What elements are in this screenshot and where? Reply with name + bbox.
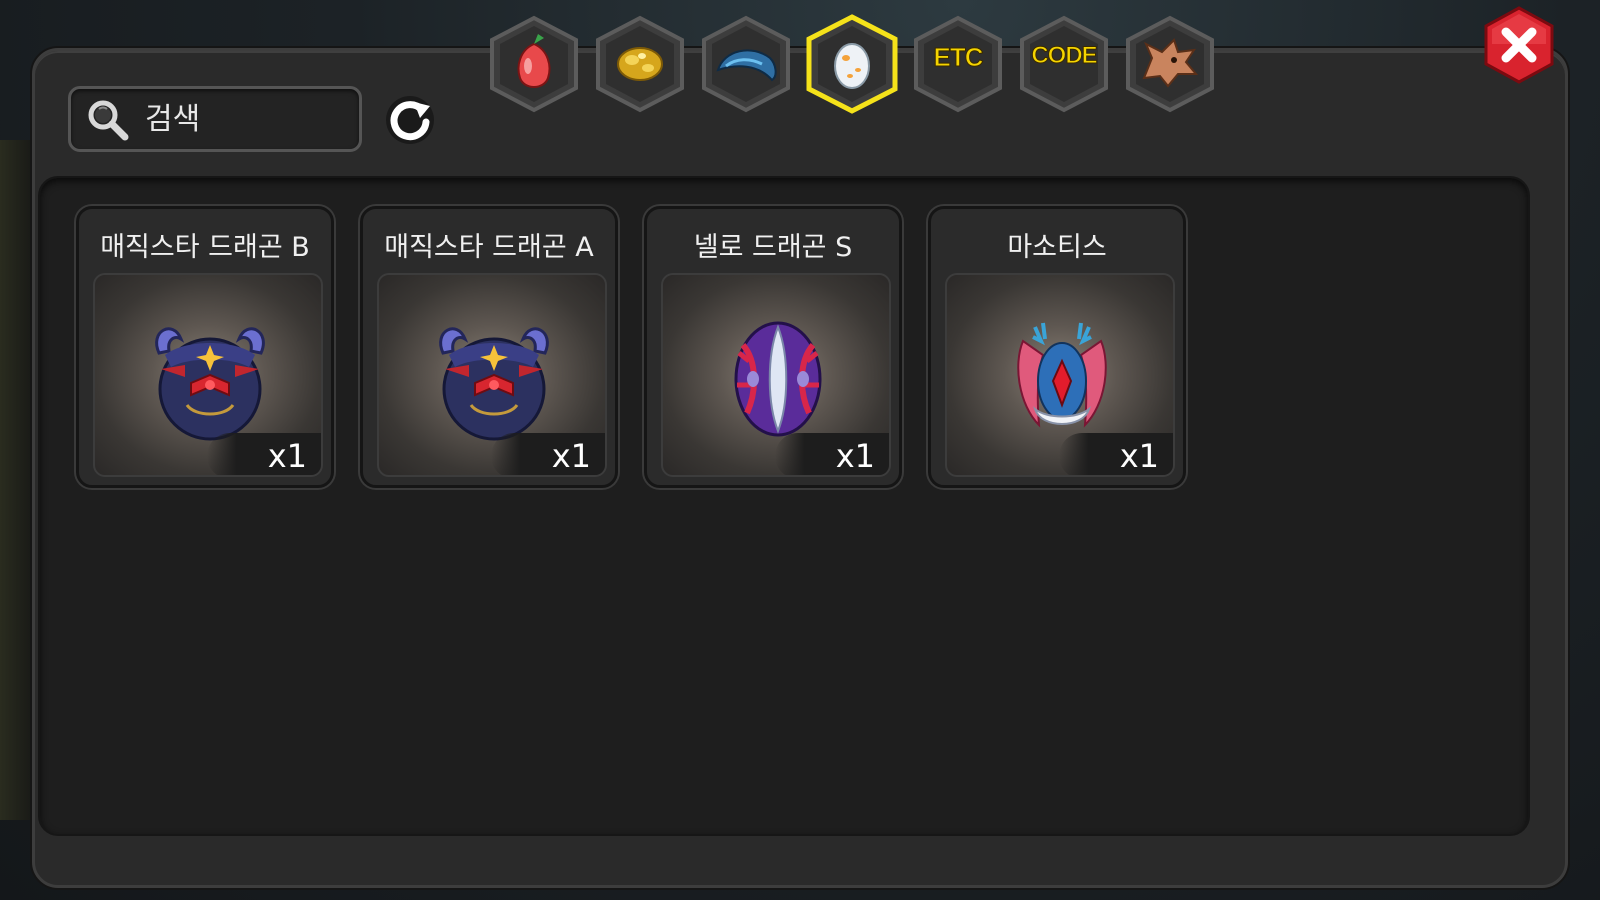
item-count: x1 [835, 437, 875, 475]
item-title: 매직스타 드래곤 A [384, 232, 594, 263]
item-card[interactable]: 넬로 드래곤 S x1 [644, 206, 902, 488]
nello-dragon-egg-icon [734, 321, 822, 437]
item-count: x1 [267, 437, 307, 475]
item-image-frame: x1 [93, 273, 323, 477]
item-card[interactable]: 매직스타 드래곤 A x1 [360, 206, 618, 488]
item-count: x1 [1119, 437, 1159, 475]
magicstar-dragon-egg-icon [439, 327, 549, 441]
search-input[interactable] [145, 97, 345, 141]
count-badge: x1 [775, 433, 889, 475]
item-count: x1 [551, 437, 591, 475]
item-image-frame: x1 [945, 273, 1175, 477]
background-edge [0, 140, 32, 820]
tab-egg[interactable] [804, 14, 900, 114]
code-icon: CODE [1031, 42, 1098, 70]
item-card[interactable]: 매직스타 드래곤 B x1 [76, 206, 334, 488]
egg-icon [834, 43, 870, 89]
tab-scale[interactable] [698, 14, 794, 114]
tab-etc[interactable]: ETC [910, 14, 1006, 114]
item-image-frame: x1 [377, 273, 607, 477]
item-title: 매직스타 드래곤 B [100, 232, 310, 263]
refresh-icon[interactable] [384, 94, 436, 146]
item-title: 마소티스 [1007, 232, 1107, 263]
tab-code[interactable]: CODE [1016, 14, 1112, 114]
masotis-egg-icon [1017, 322, 1107, 428]
item-card[interactable]: 마소티스 x1 [928, 206, 1186, 488]
item-title: 넬로 드래곤 S [693, 232, 853, 263]
tab-fruit[interactable] [486, 14, 582, 114]
search-icon [88, 100, 129, 141]
item-image-frame: x1 [661, 273, 891, 477]
gold-ore-icon [617, 47, 663, 81]
tab-gold[interactable] [592, 14, 688, 114]
etc-icon: ETC [933, 42, 984, 73]
count-badge: x1 [1059, 433, 1173, 475]
count-badge: x1 [207, 433, 321, 475]
count-badge: x1 [491, 433, 605, 475]
search-box[interactable] [68, 86, 362, 152]
magicstar-dragon-egg-icon [155, 327, 265, 441]
tab-dragon[interactable] [1122, 14, 1218, 114]
close-icon[interactable] [1480, 6, 1558, 84]
